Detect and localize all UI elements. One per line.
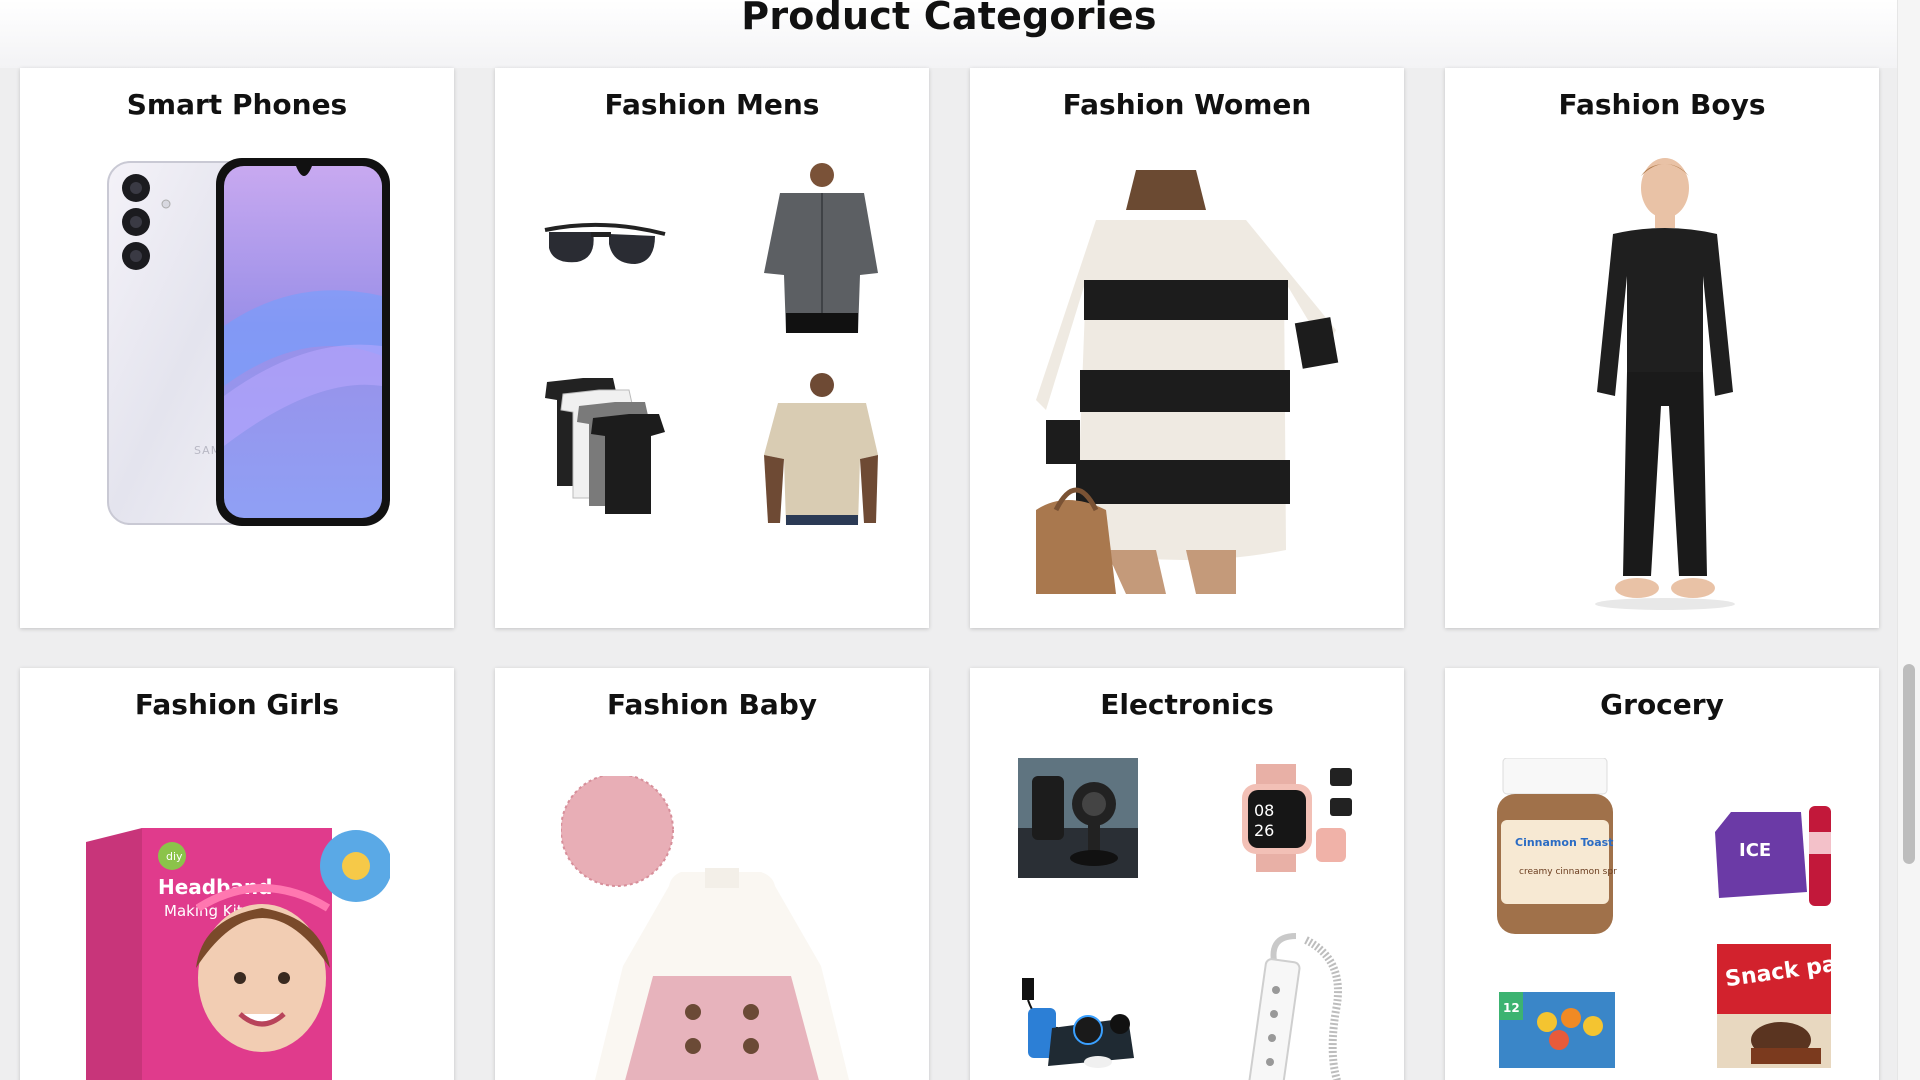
striped-dress-image[interactable] (1036, 170, 1340, 594)
svg-text:08: 08 (1254, 801, 1274, 820)
category-title[interactable]: Fashion Women (970, 88, 1404, 121)
page: Product Categories Smart Phones Fashion … (0, 0, 1898, 1080)
category-title[interactable]: Fashion Boys (1445, 88, 1879, 121)
category-title[interactable]: Grocery (1445, 688, 1879, 721)
cinnamon-spread-image[interactable]: Cinnamon Toast Crunch creamy cinnamon sp… (1493, 758, 1617, 940)
cereal-count-text: 12 (1503, 1001, 1520, 1015)
category-grid: Smart Phones SA (0, 68, 1898, 1080)
pink-smartwatch-image[interactable]: 08 26 (1236, 758, 1356, 878)
category-card-fashion-baby[interactable]: Fashion Baby (495, 668, 929, 1080)
category-card-electronics[interactable]: Electronics 08 26 (970, 668, 1404, 1080)
category-card-smart-phones[interactable]: Smart Phones SA (20, 68, 454, 628)
ice-brand-text: ICE (1739, 840, 1771, 861)
page-title: Product Categories (741, 0, 1157, 38)
baby-dress-image[interactable] (561, 776, 865, 1080)
category-card-fashion-women[interactable]: Fashion Women (970, 68, 1404, 628)
category-card-grocery[interactable]: Grocery Cinnamon Toast Crunch creamy cin… (1445, 668, 1879, 1080)
category-title[interactable]: Electronics (970, 688, 1404, 721)
power-strip-image[interactable] (1246, 930, 1356, 1080)
spread-sub-text: creamy cinnamon spread (1519, 867, 1617, 877)
smart-phone-image[interactable]: SAMSUNG (86, 156, 390, 528)
wireless-charger-image[interactable] (1018, 958, 1138, 1078)
beige-tshirt-image[interactable] (760, 373, 880, 525)
scrollbar-thumb[interactable] (1903, 664, 1915, 864)
snack-pack-image[interactable]: Snack pack (1711, 944, 1835, 1068)
kit-diy-text: diy (166, 850, 183, 863)
stacked-tshirts-image[interactable] (543, 376, 667, 516)
grey-shirt-image[interactable] (760, 163, 880, 333)
category-card-fashion-mens[interactable]: Fashion Mens (495, 68, 929, 628)
category-card-fashion-girls[interactable]: Fashion Girls diy Headband Making Kit (20, 668, 454, 1080)
boy-thermal-set-image[interactable] (1583, 156, 1743, 610)
vertical-scrollbar[interactable] (1897, 0, 1920, 1080)
page-header: Product Categories (0, 0, 1898, 68)
spread-brand-text: Cinnamon Toast Crunch (1515, 836, 1617, 849)
cereal-box-image[interactable]: 12 (1493, 982, 1617, 1068)
sparkling-ice-image[interactable]: ICE (1711, 802, 1835, 912)
car-phone-mount-image[interactable] (1018, 758, 1138, 878)
category-title[interactable]: Fashion Baby (495, 688, 929, 721)
headband-kit-image[interactable]: diy Headband Making Kit (86, 828, 390, 1080)
category-card-fashion-boys[interactable]: Fashion Boys (1445, 68, 1879, 628)
category-title[interactable]: Smart Phones (20, 88, 454, 121)
sunglasses-image[interactable] (543, 218, 667, 278)
category-title[interactable]: Fashion Mens (495, 88, 929, 121)
svg-text:26: 26 (1254, 821, 1274, 840)
category-title[interactable]: Fashion Girls (20, 688, 454, 721)
